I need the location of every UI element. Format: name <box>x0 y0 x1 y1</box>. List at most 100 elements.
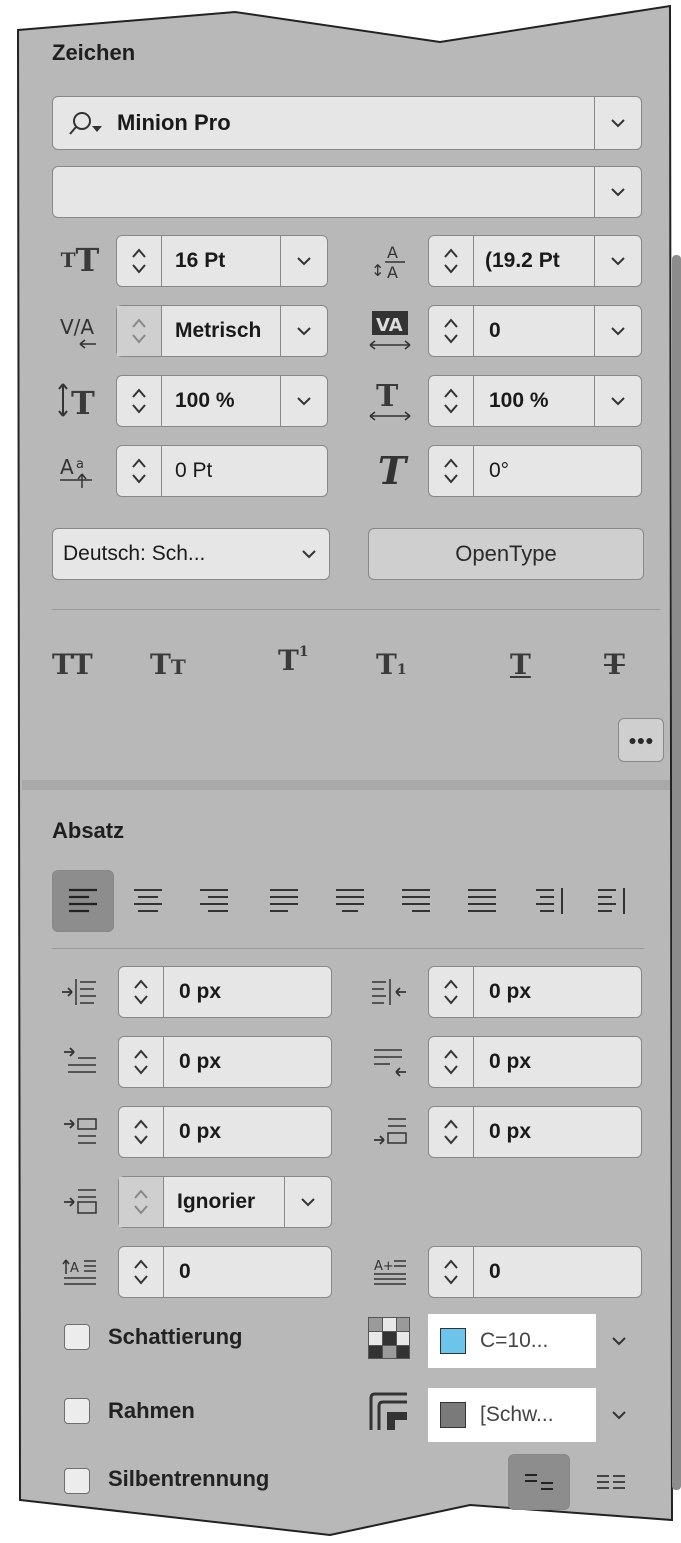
space-after-field[interactable]: 0 px <box>428 1106 642 1158</box>
superscript-button[interactable]: T1 <box>278 644 309 677</box>
spinner[interactable] <box>117 446 162 496</box>
strikethrough-button[interactable]: T <box>604 648 625 681</box>
multi-column-button[interactable] <box>586 1456 636 1508</box>
drop-cap-chars-field[interactable]: 0 <box>428 1246 642 1298</box>
subscript-button[interactable]: T1 <box>376 648 407 681</box>
spinner[interactable] <box>119 967 164 1017</box>
vertical-scale-field[interactable]: 100 % <box>116 375 328 427</box>
svg-text:↕: ↕ <box>371 261 384 280</box>
spinner[interactable] <box>429 376 474 426</box>
tracking-value: 0 <box>489 319 501 342</box>
small-caps-button[interactable]: TT <box>150 648 186 681</box>
spinner[interactable] <box>429 446 474 496</box>
spinner[interactable] <box>119 1247 164 1297</box>
spinner[interactable] <box>429 306 474 356</box>
chevron-down-icon[interactable] <box>596 1314 642 1368</box>
spinner[interactable] <box>429 236 474 286</box>
spinner[interactable] <box>429 1107 474 1157</box>
shading-swatch-value: C=10... <box>480 1329 549 1352</box>
leading-icon: ↕ A A <box>360 235 420 285</box>
tracking-field[interactable]: 0 <box>428 305 642 357</box>
align-center-button[interactable] <box>120 870 176 932</box>
chevron-down-icon[interactable] <box>280 376 327 426</box>
chevron-down-icon[interactable] <box>280 306 327 356</box>
gray-swatch-icon <box>440 1402 466 1428</box>
font-size-field[interactable]: 16 Pt <box>116 235 328 287</box>
chevron-down-icon[interactable] <box>594 376 641 426</box>
shading-swatch-select[interactable]: C=10... <box>428 1314 642 1368</box>
align-center-icon <box>134 889 162 912</box>
align-left-button[interactable] <box>52 870 114 932</box>
right-indent-field[interactable]: 0 px <box>428 966 642 1018</box>
space-after-icon <box>362 1106 418 1158</box>
align-to-grid-select[interactable]: Ignorier <box>118 1176 332 1228</box>
kerning-value: Metrisch <box>175 319 262 342</box>
language-value: Deutsch: Sch... <box>63 542 206 565</box>
spinner[interactable] <box>429 967 474 1017</box>
horizontal-scale-field[interactable]: 100 % <box>428 375 642 427</box>
chevron-down-icon[interactable] <box>594 97 641 149</box>
spinner[interactable] <box>119 1177 164 1227</box>
align-right-button[interactable] <box>186 870 242 932</box>
cyan-swatch-icon <box>440 1328 466 1354</box>
leading-field[interactable]: (19.2 Pt <box>428 235 642 287</box>
scrollbar[interactable] <box>672 255 681 1490</box>
spinner[interactable] <box>429 1037 474 1087</box>
font-style-field[interactable] <box>52 166 642 218</box>
space-before-field[interactable]: 0 px <box>118 1106 332 1158</box>
justify-right-button[interactable] <box>388 870 444 932</box>
align-to-grid-icon <box>52 1176 108 1228</box>
align-towards-spine-button[interactable] <box>522 870 578 932</box>
chevron-down-icon[interactable] <box>284 1177 331 1227</box>
kerning-field[interactable]: Metrisch <box>116 305 328 357</box>
align-away-from-spine-button[interactable] <box>584 870 640 932</box>
align-right-icon <box>200 889 228 912</box>
spinner[interactable] <box>117 306 162 356</box>
all-caps-button[interactable]: TT <box>52 648 93 681</box>
more-options-button[interactable]: ●●● <box>618 718 664 762</box>
spinner[interactable] <box>119 1107 164 1157</box>
chevron-down-icon[interactable] <box>594 236 641 286</box>
border-corner-icon <box>366 1388 412 1436</box>
hyphenation-checkbox[interactable] <box>64 1468 90 1494</box>
left-indent-field[interactable]: 0 px <box>118 966 332 1018</box>
justify-left-button[interactable] <box>256 870 312 932</box>
svg-text:A: A <box>70 1261 79 1276</box>
skew-value: 0° <box>489 459 510 482</box>
first-line-indent-field[interactable]: 0 px <box>118 1036 332 1088</box>
svg-text:T: T <box>376 379 399 414</box>
svg-text:a: a <box>76 457 84 472</box>
spinner[interactable] <box>117 376 162 426</box>
space-before-icon <box>52 1106 108 1158</box>
justify-center-button[interactable] <box>322 870 378 932</box>
single-column-icon <box>525 1474 553 1490</box>
justify-all-button[interactable] <box>454 870 510 932</box>
border-checkbox[interactable] <box>64 1398 90 1424</box>
right-indent-value: 0 px <box>489 980 532 1003</box>
space-after-value: 0 px <box>489 1120 532 1143</box>
last-line-indent-field[interactable]: 0 px <box>428 1036 642 1088</box>
single-column-button[interactable] <box>508 1454 570 1510</box>
border-swatch-select[interactable]: [Schw... <box>428 1388 642 1442</box>
justify-right-icon <box>402 889 430 912</box>
hyphenation-label: Silbentrennung <box>108 1466 270 1491</box>
chevron-down-icon[interactable] <box>594 306 641 356</box>
shading-checkbox[interactable] <box>64 1324 90 1350</box>
skew-field[interactable]: 0° <box>428 445 642 497</box>
spinner[interactable] <box>119 1037 164 1087</box>
chevron-down-icon[interactable] <box>280 236 327 286</box>
leading-value: (19.2 Pt <box>485 249 560 272</box>
drop-cap-lines-field[interactable]: 0 <box>118 1246 332 1298</box>
chevron-down-icon[interactable] <box>594 167 641 217</box>
baseline-shift-field[interactable]: 0 Pt <box>116 445 328 497</box>
opentype-button[interactable]: OpenType <box>368 528 644 580</box>
tracking-icon: VA <box>360 305 420 355</box>
font-size-value: 16 Pt <box>175 249 226 272</box>
underline-button[interactable]: T <box>510 648 531 681</box>
chevron-down-icon[interactable] <box>596 1388 642 1442</box>
spinner[interactable] <box>429 1247 474 1297</box>
language-select[interactable]: Deutsch: Sch... <box>52 528 330 580</box>
font-family-field[interactable]: Minion Pro <box>52 96 642 150</box>
spinner[interactable] <box>117 236 162 286</box>
justify-left-icon <box>270 889 298 912</box>
